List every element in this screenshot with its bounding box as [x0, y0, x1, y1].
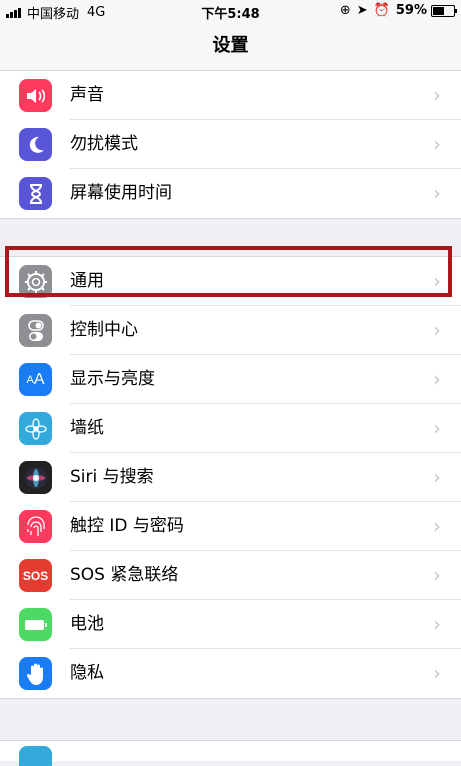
settings-row-do-not-disturb[interactable]: 勿扰模式 ›	[0, 120, 461, 169]
speaker-icon	[19, 79, 52, 112]
navigation-bar: 设置	[0, 22, 461, 71]
settings-group-1: 声音 › 勿扰模式 › 屏幕使用时间 ›	[0, 70, 461, 219]
settings-row-label: 显示与亮度	[70, 369, 155, 389]
chevron-right-icon: ›	[433, 132, 441, 156]
text-size-icon: AA	[19, 363, 52, 396]
chevron-right-icon: ›	[433, 514, 441, 538]
sos-icon-text: SOS	[22, 568, 49, 583]
settings-row-label: 屏幕使用时间	[70, 183, 172, 203]
app-icon-partial	[19, 746, 52, 766]
settings-row-privacy[interactable]: 隐私 ›	[0, 649, 461, 698]
chevron-right-icon: ›	[433, 318, 441, 342]
hourglass-icon	[19, 177, 52, 210]
settings-row-label: 触控 ID 与密码	[70, 516, 184, 536]
chevron-right-icon: ›	[433, 367, 441, 391]
chevron-right-icon: ›	[433, 612, 441, 636]
sos-icon: SOS	[19, 559, 52, 592]
gear-icon	[19, 265, 52, 298]
settings-row-label: 墙纸	[70, 418, 104, 438]
page-title: 设置	[212, 35, 249, 56]
settings-row-label: 通用	[70, 271, 104, 291]
settings-row-screen-time[interactable]: 屏幕使用时间 ›	[0, 169, 461, 218]
settings-row-label: 勿扰模式	[70, 134, 138, 154]
toggle-icon	[19, 314, 52, 347]
location-icon: ➤	[356, 3, 368, 18]
siri-icon	[19, 461, 52, 494]
hand-icon	[19, 657, 52, 690]
settings-group-2: 通用 › 控制中心 › AA 显示与亮度 › 墙纸 › Siri 与搜索 › 触…	[0, 256, 461, 699]
chevron-right-icon: ›	[433, 661, 441, 685]
fingerprint-icon	[19, 510, 52, 543]
settings-row-sounds[interactable]: 声音 ›	[0, 71, 461, 120]
settings-row-battery[interactable]: 电池 ›	[0, 600, 461, 649]
moon-icon	[19, 128, 52, 161]
settings-row-label: 控制中心	[70, 320, 138, 340]
chevron-right-icon: ›	[433, 181, 441, 205]
battery-percent: 59%	[395, 3, 427, 18]
settings-row-siri-search[interactable]: Siri 与搜索 ›	[0, 453, 461, 502]
settings-row-label: SOS 紧急联络	[70, 565, 179, 585]
settings-row-label: 电池	[70, 614, 104, 634]
chevron-right-icon: ›	[433, 465, 441, 489]
settings-row-control-center[interactable]: 控制中心 ›	[0, 306, 461, 355]
chevron-right-icon: ›	[433, 83, 441, 107]
battery-status-icon	[431, 4, 457, 17]
alarm-icon: ⏰	[373, 3, 390, 18]
settings-row-emergency-sos[interactable]: SOS SOS 紧急联络 ›	[0, 551, 461, 600]
orientation-lock-icon: ⊕	[339, 3, 351, 18]
settings-group-3-partial	[0, 740, 461, 766]
chevron-right-icon: ›	[433, 269, 441, 293]
settings-row-label: 声音	[70, 85, 104, 105]
flower-icon	[19, 412, 52, 445]
status-bar: 中国移动 4G 下午5:48 ⊕ ➤ ⏰ 59%	[0, 0, 461, 22]
settings-row-touch-id-passcode[interactable]: 触控 ID 与密码 ›	[0, 502, 461, 551]
settings-row-label: 隐私	[70, 663, 104, 683]
settings-row-display-brightness[interactable]: AA 显示与亮度 ›	[0, 355, 461, 404]
settings-row-label: Siri 与搜索	[70, 467, 154, 487]
battery-icon	[19, 608, 52, 641]
settings-row-wallpaper[interactable]: 墙纸 ›	[0, 404, 461, 453]
chevron-right-icon: ›	[433, 563, 441, 587]
chevron-right-icon: ›	[433, 416, 441, 440]
settings-row-general[interactable]: 通用 ›	[0, 257, 461, 306]
